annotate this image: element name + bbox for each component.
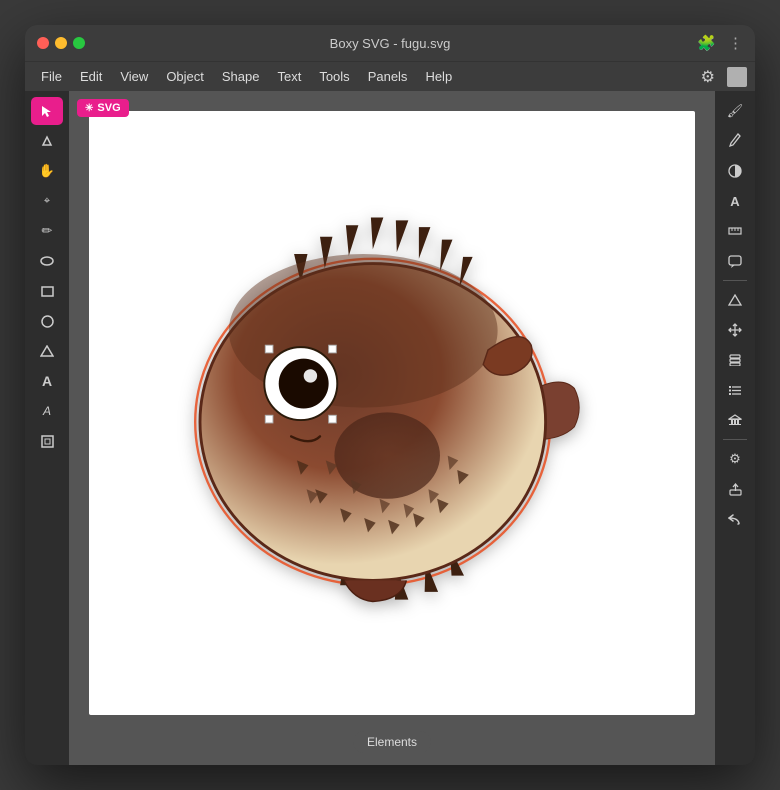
menubar-right: ⚙ (697, 65, 747, 89)
menu-text[interactable]: Text (269, 66, 309, 87)
node-tool[interactable] (31, 127, 63, 155)
menu-help[interactable]: Help (417, 66, 460, 87)
right-toolbar: 🖌 A (715, 91, 755, 765)
left-toolbar: ✋ ⌖ ✏ A A (25, 91, 69, 765)
circle-tool[interactable] (31, 307, 63, 335)
settings-icon[interactable]: ⚙ (720, 445, 750, 473)
text-small-tool[interactable]: A (31, 397, 63, 425)
more-icon[interactable]: ⋮ (728, 34, 743, 52)
menu-view[interactable]: View (112, 66, 156, 87)
text-tool[interactable]: A (31, 367, 63, 395)
menu-panels[interactable]: Panels (360, 66, 416, 87)
main-content: ✋ ⌖ ✏ A A (25, 91, 755, 765)
maximize-button[interactable] (73, 37, 85, 49)
export-icon[interactable] (720, 475, 750, 503)
ruler-icon[interactable] (720, 217, 750, 245)
comment-icon[interactable] (720, 247, 750, 275)
paint-bucket-icon[interactable]: 🖌 (720, 97, 750, 125)
list-icon[interactable] (720, 376, 750, 404)
canvas-area[interactable]: ✳ SVG (69, 91, 715, 765)
titlebar-actions: 🧩 ⋮ (697, 34, 743, 52)
divider (723, 280, 747, 281)
close-button[interactable] (37, 37, 49, 49)
traffic-lights (37, 37, 85, 49)
move-icon[interactable] (720, 316, 750, 344)
menu-edit[interactable]: Edit (72, 66, 110, 87)
bank-icon[interactable] (720, 406, 750, 434)
pen-icon[interactable] (720, 127, 750, 155)
svg-label: SVG (97, 102, 120, 114)
fish-svg (152, 173, 632, 623)
pan-tool[interactable]: ✋ (31, 157, 63, 185)
divider2 (723, 439, 747, 440)
titlebar: Boxy SVG - fugu.svg 🧩 ⋮ (25, 25, 755, 61)
window-title: Boxy SVG - fugu.svg (330, 36, 451, 51)
menu-tools[interactable]: Tools (311, 66, 357, 87)
zoom-tool[interactable]: ⌖ (31, 187, 63, 215)
undo-icon[interactable] (720, 505, 750, 533)
puzzle-icon[interactable]: 🧩 (697, 34, 716, 52)
triangle-icon[interactable] (720, 286, 750, 314)
app-window: Boxy SVG - fugu.svg 🧩 ⋮ File Edit View O… (25, 25, 755, 765)
triangle-tool[interactable] (31, 337, 63, 365)
menu-file[interactable]: File (33, 66, 70, 87)
menu-shape[interactable]: Shape (214, 66, 268, 87)
rect-tool[interactable] (31, 277, 63, 305)
minimize-button[interactable] (55, 37, 67, 49)
svg-tag: ✳ SVG (77, 99, 129, 117)
frame-tool[interactable] (31, 427, 63, 455)
star-icon: ✳ (85, 103, 93, 114)
ellipse-tool[interactable] (31, 247, 63, 275)
layers-icon[interactable] (720, 346, 750, 374)
menu-object[interactable]: Object (158, 66, 212, 87)
white-canvas (89, 111, 695, 715)
typography-icon[interactable]: A (720, 187, 750, 215)
elements-label[interactable]: Elements (353, 731, 431, 753)
contrast-icon[interactable] (720, 157, 750, 185)
color-preview[interactable] (727, 67, 747, 87)
fish-illustration (109, 131, 675, 665)
adjustments-icon[interactable]: ⚙ (697, 65, 719, 89)
select-tool[interactable] (31, 97, 63, 125)
pencil-tool[interactable]: ✏ (31, 217, 63, 245)
menubar: File Edit View Object Shape Text Tools P… (25, 61, 755, 91)
